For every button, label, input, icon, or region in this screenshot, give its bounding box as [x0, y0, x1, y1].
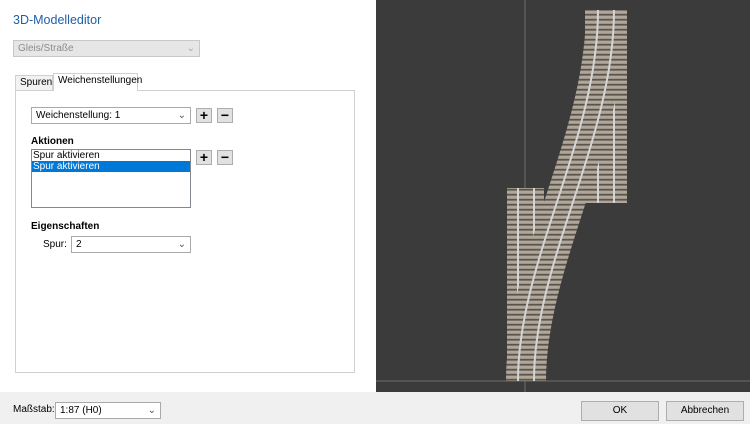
remove-action-button[interactable]: − [217, 150, 233, 165]
chevron-down-icon: ⌄ [177, 110, 186, 121]
actions-heading: Aktionen [31, 136, 74, 147]
scale-select-value: 1:87 (H0) [60, 405, 102, 416]
cancel-button[interactable]: Abbrechen [666, 401, 744, 421]
chevron-down-icon: ⌄ [186, 43, 195, 54]
ok-button[interactable]: OK [581, 401, 659, 421]
window-title: 3D-Modelleditor [13, 13, 102, 27]
footer-bar: Maßstab: 1:87 (H0) ⌄ OK Abbrechen [0, 392, 750, 424]
scale-label: Maßstab: [13, 404, 55, 415]
3d-viewport[interactable] [376, 0, 750, 392]
add-action-button[interactable]: + [196, 150, 212, 165]
track-label: Spur: [43, 239, 67, 250]
track-select-value: 2 [76, 239, 82, 250]
tab-weichenstellungen[interactable]: Weichenstellungen [53, 73, 142, 91]
add-switch-setting-button[interactable]: + [196, 108, 212, 123]
type-select-value: Gleis/Straße [18, 43, 74, 54]
properties-heading: Eigenschaften [31, 221, 100, 232]
type-select: Gleis/Straße ⌄ [13, 40, 200, 57]
scale-select[interactable]: 1:87 (H0) ⌄ [55, 402, 161, 419]
switch-setting-select[interactable]: Weichenstellung: 1 ⌄ [31, 107, 191, 124]
chevron-down-icon: ⌄ [147, 405, 156, 416]
track-preview [376, 0, 750, 392]
remove-switch-setting-button[interactable]: − [217, 108, 233, 123]
actions-list[interactable]: Spur aktivieren Spur aktivieren [31, 149, 191, 208]
track-select[interactable]: 2 ⌄ [71, 236, 191, 253]
editor-panel: 3D-Modelleditor Gleis/Straße ⌄ Spuren We… [0, 0, 376, 392]
tab-spuren[interactable]: Spuren [15, 75, 53, 91]
list-item[interactable]: Spur aktivieren [32, 150, 190, 161]
switch-setting-value: Weichenstellung: 1 [36, 110, 121, 121]
tab-panel-weichenstellungen: Weichenstellung: 1 ⌄ + − Aktionen Spur a… [15, 90, 355, 373]
list-item[interactable]: Spur aktivieren [32, 161, 190, 172]
chevron-down-icon: ⌄ [177, 239, 186, 250]
